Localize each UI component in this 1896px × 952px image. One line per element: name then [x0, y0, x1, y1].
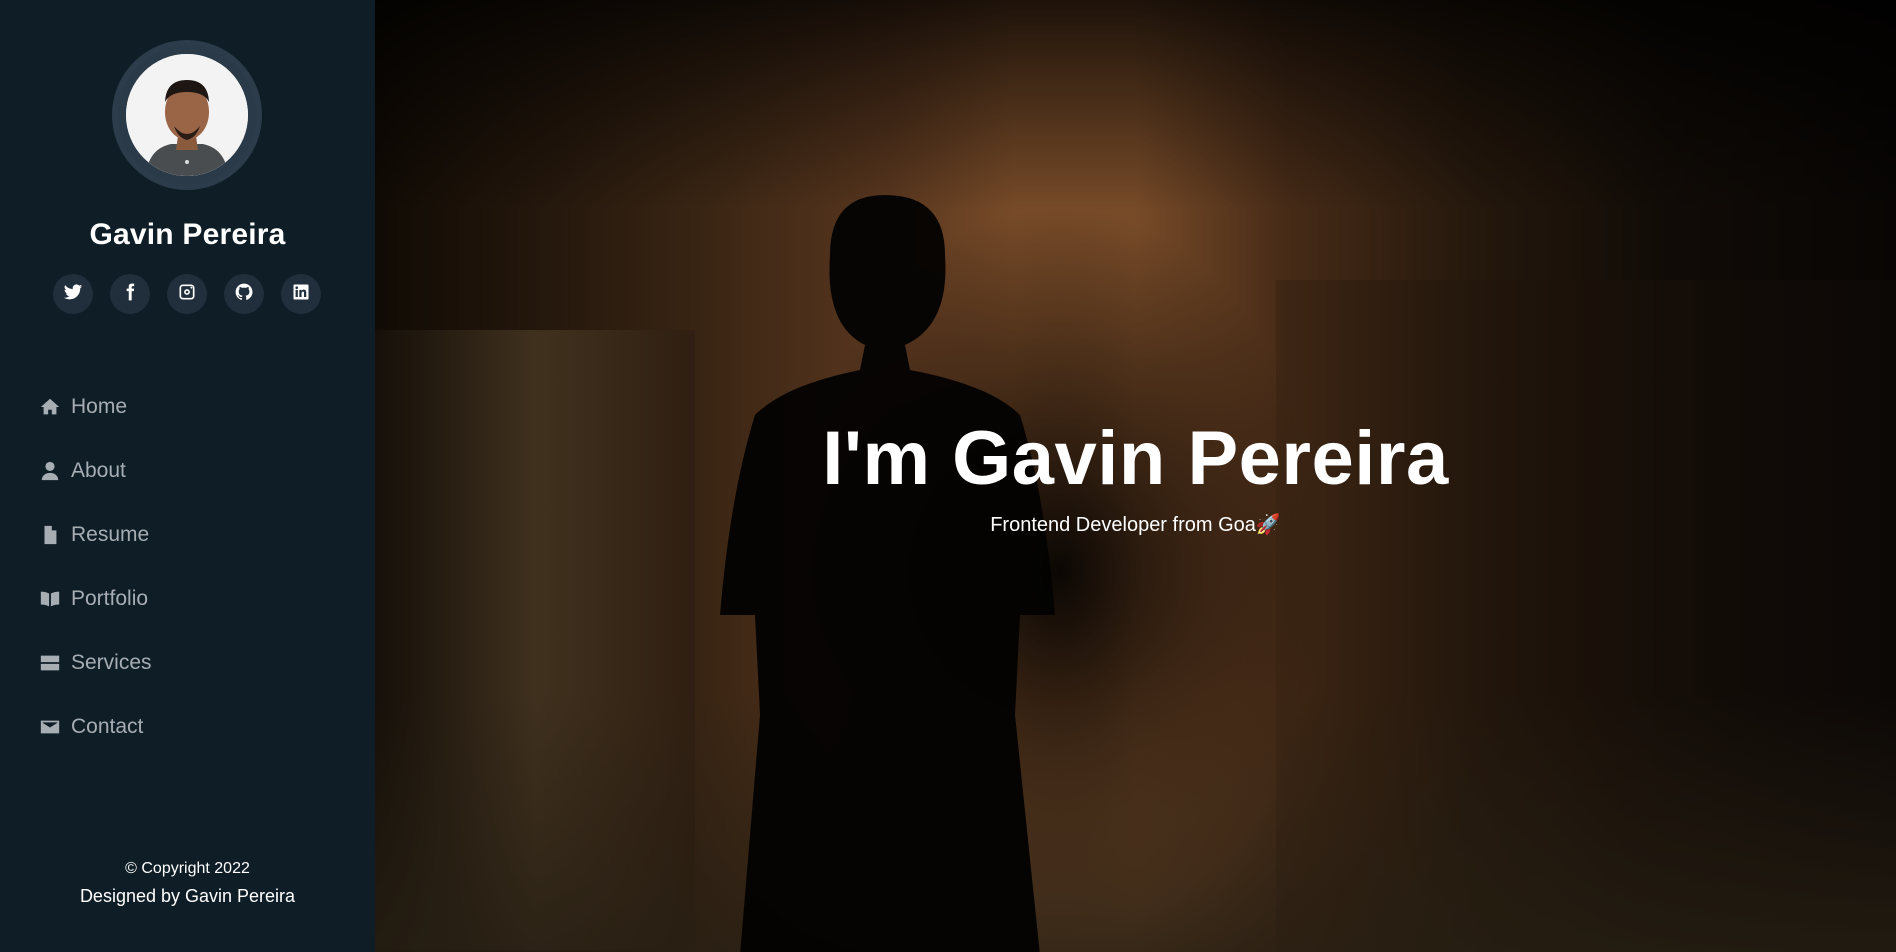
nav-item-services[interactable]: Services	[39, 631, 152, 695]
nav-item-label: Resume	[71, 523, 150, 546]
avatar	[126, 54, 248, 176]
server-icon	[39, 652, 61, 674]
linkedin-link[interactable]	[281, 274, 321, 314]
envelope-icon	[39, 716, 61, 738]
social-links	[53, 274, 321, 314]
github-link[interactable]	[224, 274, 264, 314]
nav-item-label: Portfolio	[71, 587, 149, 610]
nav-item-label: Services	[71, 651, 152, 674]
twitter-link[interactable]	[53, 274, 93, 314]
nav-item-resume[interactable]: Resume	[39, 503, 152, 567]
hero-title: I'm Gavin Pereira	[822, 416, 1449, 501]
nav-item-label: About	[71, 459, 126, 482]
nav-item-contact[interactable]: Contact	[39, 695, 152, 759]
sidebar: Gavin Pereira Home About Resume Portfoli…	[0, 0, 375, 952]
facebook-icon	[120, 282, 140, 307]
hero-section: I'm Gavin Pereira Frontend Developer fro…	[375, 0, 1896, 952]
linkedin-icon	[291, 282, 311, 307]
nav-item-label: Home	[71, 395, 128, 418]
user-icon	[39, 460, 61, 482]
twitter-icon	[63, 282, 83, 307]
book-icon	[39, 588, 61, 610]
profile-name: Gavin Pereira	[89, 218, 286, 251]
github-icon	[234, 282, 254, 307]
home-icon	[39, 396, 61, 418]
main-nav: Home About Resume Portfolio Services Con…	[39, 375, 152, 759]
footer: © Copyright 2022 Designed by Gavin Perei…	[0, 860, 375, 907]
nav-item-home[interactable]: Home	[39, 375, 152, 439]
copyright-text: © Copyright 2022	[125, 860, 250, 877]
file-icon	[39, 524, 61, 546]
hero-subtitle: Frontend Developer from Goa🚀	[990, 514, 1281, 536]
nav-item-about[interactable]: About	[39, 439, 152, 503]
instagram-link[interactable]	[167, 274, 207, 314]
avatar-frame	[112, 40, 262, 190]
instagram-icon	[177, 282, 197, 307]
credits-text: Designed by Gavin Pereira	[79, 886, 296, 906]
nav-item-label: Contact	[71, 715, 144, 738]
facebook-link[interactable]	[110, 274, 150, 314]
nav-item-portfolio[interactable]: Portfolio	[39, 567, 152, 631]
